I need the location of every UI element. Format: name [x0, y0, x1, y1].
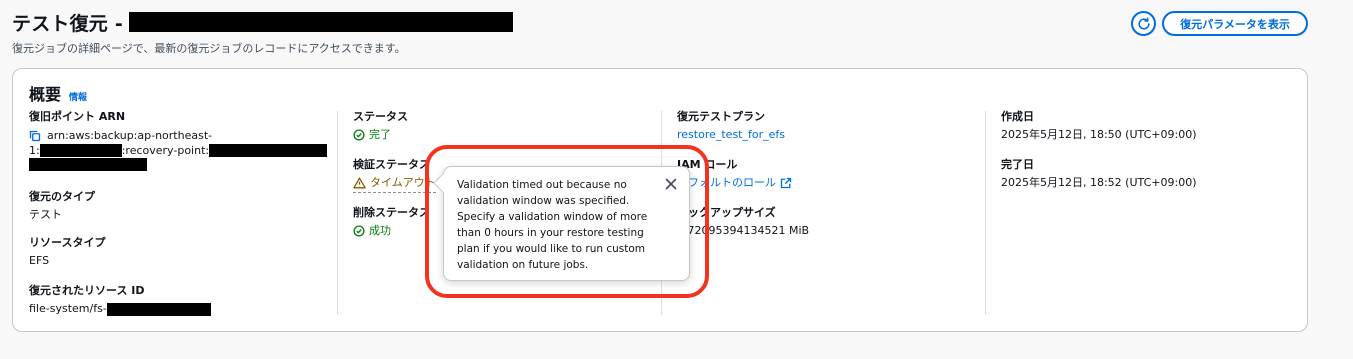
redacted-resource-id [106, 302, 211, 316]
backup-size-value: 0.72095394134521 MiB [677, 224, 810, 237]
deletion-status-field: 削除ステータス 成功 [353, 205, 430, 239]
redacted-account-id [39, 144, 122, 157]
arn-line-1: arn:aws:backup:ap-northeast- [29, 128, 327, 143]
test-plan-label: 復元テストプラン [677, 110, 765, 123]
iam-role-link[interactable]: デフォルトのロール [677, 175, 792, 191]
page-header: テスト復元 - 復元ジョブの詳細ページで、最新の復元ジョブのレコードにアクセスで… [12, 10, 1342, 60]
title-row: テスト復元 - [12, 10, 513, 35]
created-label: 作成日 [1001, 110, 1034, 123]
iam-role-text: デフォルトのロール [677, 176, 776, 189]
iam-role-field: IAM ロール デフォルトのロール [677, 157, 792, 191]
page-description: 復元ジョブの詳細ページで、最新の復元ジョブのレコードにアクセスできます。 [12, 42, 406, 55]
completed-value: 2025年5月12日, 18:52 (UTC+09:00) [1001, 176, 1197, 189]
refresh-icon [1137, 17, 1150, 30]
deletion-status-label: 削除ステータス [353, 206, 430, 219]
status-text: 完了 [369, 128, 391, 141]
check-circle-icon [353, 225, 365, 237]
test-plan-link[interactable]: restore_test_for_efs [677, 127, 785, 143]
status-field: ステータス 完了 [353, 109, 408, 143]
arn-text-2b: :recovery-point: [121, 144, 210, 157]
restore-type-field: 復元のタイプ テスト [29, 189, 95, 223]
resource-type-value: EFS [29, 254, 50, 267]
overview-header: 概要 情報 [29, 81, 87, 105]
restore-type-label: 復元のタイプ [29, 190, 95, 203]
redacted-recovery-point [209, 144, 328, 157]
restore-type-value: テスト [29, 208, 62, 221]
column-divider [337, 111, 338, 315]
recovery-point-field: 復旧ポイント ARN arn:aws:backup:ap-northeast- … [29, 109, 328, 171]
external-link-icon [780, 177, 792, 189]
redacted-job-id [128, 12, 513, 32]
deletion-status-value: 成功 [353, 223, 430, 239]
validation-status-field: 検証ステータス タイムアウト [353, 157, 436, 193]
page-title: テスト復元 - [12, 12, 123, 35]
check-circle-icon [353, 129, 365, 141]
restored-resource-text: file-system/fs- [29, 302, 107, 315]
restored-resource-label: 復元されたリソース ID [29, 284, 145, 297]
restored-resource-value: file-system/fs- [29, 301, 211, 317]
completed-label: 完了日 [1001, 158, 1034, 171]
created-field: 作成日 2025年5月12日, 18:50 (UTC+09:00) [1001, 109, 1197, 143]
validation-status-text: タイムアウト [370, 176, 436, 189]
popover-message: Validation timed out because no validati… [457, 179, 648, 271]
validation-status-label: 検証ステータス [353, 158, 430, 171]
validation-popover: Validation timed out because no validati… [443, 166, 690, 281]
recovery-point-label: 復旧ポイント ARN [29, 110, 126, 123]
column-divider [985, 111, 986, 315]
iam-role-label: IAM ロール [677, 158, 738, 171]
validation-status-value[interactable]: タイムアウト [353, 175, 436, 193]
info-link[interactable]: 情報 [69, 90, 87, 103]
view-restore-params-button[interactable]: 復元パラメータを表示 [1162, 11, 1308, 36]
test-plan-field: 復元テストプラン restore_test_for_efs [677, 109, 785, 143]
resource-type-field: リソースタイプ EFS [29, 235, 105, 269]
copy-icon[interactable] [29, 130, 41, 142]
arn-line-2: 1: :recovery-point: [29, 143, 328, 158]
completed-field: 完了日 2025年5月12日, 18:52 (UTC+09:00) [1001, 157, 1197, 191]
arn-text-2a: 1: [29, 144, 40, 157]
deletion-status-text: 成功 [369, 224, 391, 237]
created-value: 2025年5月12日, 18:50 (UTC+09:00) [1001, 128, 1197, 141]
redacted-recovery-point-2 [29, 158, 147, 171]
close-icon[interactable] [663, 176, 679, 192]
backup-size-field: バックアップサイズ 0.72095394134521 MiB [677, 205, 809, 239]
restored-resource-field: 復元されたリソース ID file-system/fs- [29, 283, 211, 317]
resource-type-label: リソースタイプ [29, 236, 106, 249]
backup-size-label: バックアップサイズ [677, 206, 776, 219]
status-label: ステータス [353, 110, 408, 123]
status-value: 完了 [353, 127, 408, 143]
arn-text-1: arn:aws:backup:ap-northeast- [47, 129, 213, 142]
arn-line-3 [29, 158, 327, 171]
overview-title: 概要 [29, 85, 62, 104]
warning-icon [353, 177, 366, 189]
refresh-button[interactable] [1131, 11, 1156, 36]
